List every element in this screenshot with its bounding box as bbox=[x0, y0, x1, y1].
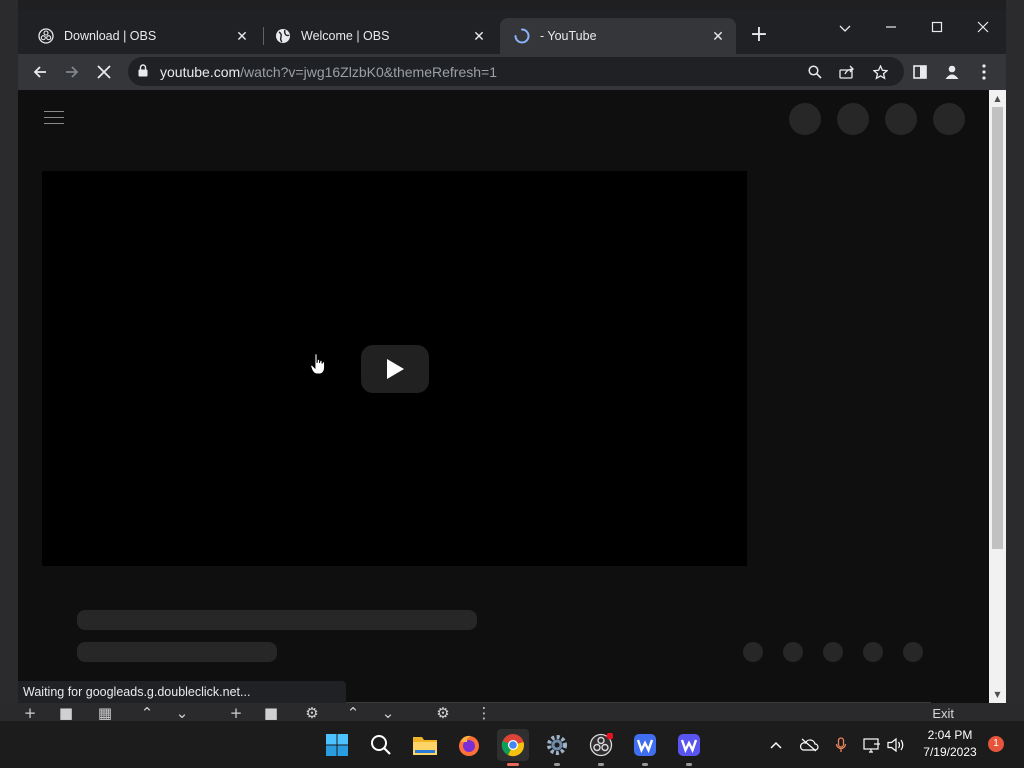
app-w-icon[interactable] bbox=[629, 729, 661, 761]
firefox-icon[interactable] bbox=[453, 729, 485, 761]
file-explorer-icon[interactable] bbox=[409, 729, 441, 761]
status-bubble: Waiting for googleads.g.doubleclick.net.… bbox=[18, 681, 346, 703]
maximize-button[interactable] bbox=[914, 14, 960, 44]
share-icon[interactable] bbox=[836, 61, 858, 83]
obs-exit-button[interactable]: Exit bbox=[932, 706, 954, 721]
play-button[interactable] bbox=[361, 345, 429, 393]
header-placeholder-circle bbox=[789, 103, 821, 135]
close-tab-icon[interactable]: ✕ bbox=[469, 26, 489, 46]
chrome-window: Download | OBS ✕ Welcome | OBS ✕ - YouTu… bbox=[18, 10, 1006, 703]
obs-background-right bbox=[1006, 0, 1024, 720]
tab-strip: Download | OBS ✕ Welcome | OBS ✕ - YouTu… bbox=[18, 10, 1006, 54]
network-icon[interactable] bbox=[862, 735, 882, 755]
settings-gear-icon[interactable] bbox=[541, 729, 573, 761]
tab-title: Download | OBS bbox=[64, 29, 157, 43]
clock-date: 7/19/2023 bbox=[923, 745, 977, 759]
volume-icon[interactable] bbox=[886, 735, 906, 755]
title-skeleton bbox=[77, 610, 477, 630]
tab-youtube[interactable]: - YouTube ✕ bbox=[500, 18, 736, 54]
action-placeholder-dot bbox=[783, 642, 803, 662]
action-placeholder-dot bbox=[743, 642, 763, 662]
close-window-button[interactable] bbox=[960, 14, 1006, 44]
hamburger-menu-icon[interactable] bbox=[44, 111, 64, 129]
tab-search-chevron-icon[interactable] bbox=[822, 14, 868, 44]
search-icon[interactable] bbox=[804, 61, 826, 83]
address-bar[interactable]: youtube.com/watch?v=jwg16ZlzbK0&themeRef… bbox=[128, 57, 904, 86]
chrome-icon[interactable] bbox=[497, 729, 529, 761]
chevron-up-icon[interactable] bbox=[766, 735, 786, 755]
obs-taskbar-icon[interactable] bbox=[585, 729, 617, 761]
windows-start-icon[interactable] bbox=[321, 729, 353, 761]
minimize-button[interactable] bbox=[868, 14, 914, 44]
channel-skeleton bbox=[77, 642, 277, 662]
new-tab-button[interactable]: + bbox=[747, 24, 771, 48]
onedrive-offline-icon[interactable] bbox=[799, 735, 819, 755]
action-placeholder-dot bbox=[823, 642, 843, 662]
header-placeholder-circle bbox=[933, 103, 965, 135]
scroll-down-arrow-icon[interactable]: ▼ bbox=[989, 686, 1006, 703]
close-tab-icon[interactable]: ✕ bbox=[708, 26, 728, 46]
vertical-scrollbar[interactable]: ▲ ▼ bbox=[989, 90, 1006, 703]
running-app-indicator bbox=[642, 763, 648, 766]
tab-download-obs[interactable]: Download | OBS ✕ bbox=[24, 18, 260, 54]
url-host: youtube.com bbox=[160, 63, 241, 80]
search-icon[interactable] bbox=[365, 729, 397, 761]
action-placeholder-dot bbox=[903, 642, 923, 662]
close-tab-icon[interactable]: ✕ bbox=[232, 26, 252, 46]
obs-icon bbox=[38, 28, 54, 44]
running-app-indicator bbox=[686, 763, 692, 766]
running-app-indicator bbox=[598, 763, 604, 766]
globe-icon bbox=[275, 28, 291, 44]
app-w-icon[interactable] bbox=[673, 729, 705, 761]
system-clock[interactable]: 2:04 PM 7/19/2023 bbox=[918, 727, 982, 761]
tab-title: Welcome | OBS bbox=[301, 29, 390, 43]
youtube-page: Waiting for googleads.g.doubleclick.net.… bbox=[18, 90, 989, 703]
taskbar: 2:04 PM 7/19/2023 1 bbox=[0, 720, 1024, 768]
menu-kebab-icon[interactable] bbox=[970, 58, 998, 86]
header-placeholder-circle bbox=[885, 103, 917, 135]
url-text[interactable]: youtube.com/watch?v=jwg16ZlzbK0&themeRef… bbox=[160, 64, 497, 80]
clock-time: 2:04 PM bbox=[927, 728, 973, 742]
microphone-icon[interactable] bbox=[831, 735, 851, 755]
notification-badge[interactable]: 1 bbox=[988, 736, 1004, 752]
profile-icon[interactable] bbox=[938, 58, 966, 86]
running-app-indicator bbox=[554, 763, 560, 766]
tab-welcome-obs[interactable]: Welcome | OBS ✕ bbox=[261, 18, 497, 54]
lock-icon[interactable] bbox=[138, 62, 152, 81]
back-button[interactable] bbox=[26, 58, 54, 86]
video-player[interactable] bbox=[42, 171, 747, 566]
browser-toolbar: youtube.com/watch?v=jwg16ZlzbK0&themeRef… bbox=[18, 54, 1006, 90]
bookmark-star-icon[interactable] bbox=[869, 61, 891, 83]
scroll-up-arrow-icon[interactable]: ▲ bbox=[989, 90, 1006, 107]
tab-title: - YouTube bbox=[540, 29, 597, 43]
hand-cursor-icon bbox=[310, 353, 326, 379]
side-panel-icon[interactable] bbox=[906, 58, 934, 86]
forward-button[interactable] bbox=[58, 58, 86, 86]
obs-background-left bbox=[0, 0, 18, 720]
action-placeholder-dot bbox=[863, 642, 883, 662]
scrollbar-thumb[interactable] bbox=[992, 107, 1003, 549]
active-app-indicator bbox=[507, 763, 519, 766]
loading-spinner-icon bbox=[514, 28, 530, 44]
status-divider bbox=[346, 702, 931, 703]
header-placeholder-circle bbox=[837, 103, 869, 135]
url-path: /watch?v=jwg16ZlzbK0&themeRefresh=1 bbox=[240, 63, 497, 80]
stop-loading-button[interactable] bbox=[90, 58, 118, 86]
